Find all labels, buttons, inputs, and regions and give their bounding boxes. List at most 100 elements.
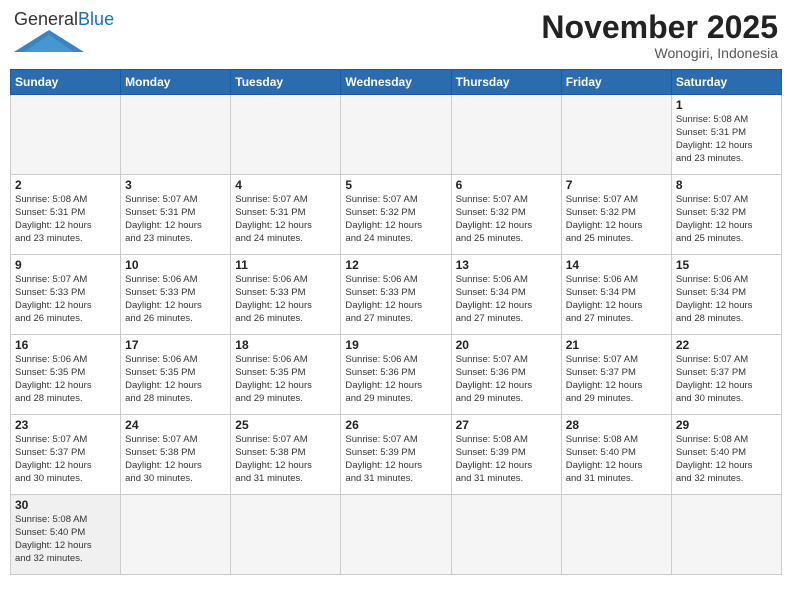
- day-number: 30: [15, 498, 116, 512]
- day-info: Sunrise: 5:06 AM Sunset: 5:35 PM Dayligh…: [15, 354, 116, 405]
- logo-general: General: [14, 9, 78, 29]
- calendar-week-row: 30 Sunrise: 5:08 AM Sunset: 5:40 PM Dayli…: [11, 495, 782, 575]
- day-info: Sunrise: 5:08 AM Sunset: 5:40 PM Dayligh…: [676, 434, 777, 485]
- day-info: Sunrise: 5:07 AM Sunset: 5:32 PM Dayligh…: [676, 194, 777, 245]
- calendar-day: [11, 95, 121, 175]
- calendar-day: 26 Sunrise: 5:07 AM Sunset: 5:39 PM Dayli…: [341, 415, 451, 495]
- weekday-header-thursday: Thursday: [451, 70, 561, 95]
- day-info: Sunrise: 5:07 AM Sunset: 5:32 PM Dayligh…: [566, 194, 667, 245]
- weekday-header-row: SundayMondayTuesdayWednesdayThursdayFrid…: [11, 70, 782, 95]
- day-info: Sunrise: 5:07 AM Sunset: 5:32 PM Dayligh…: [456, 194, 557, 245]
- calendar-day: 15Sunrise: 5:06 AM Sunset: 5:34 PM Dayli…: [671, 255, 781, 335]
- day-number: 22: [676, 338, 777, 352]
- day-number: 6: [456, 178, 557, 192]
- calendar-day: [341, 95, 451, 175]
- day-number: 28: [566, 418, 667, 432]
- weekday-header-friday: Friday: [561, 70, 671, 95]
- day-number: 2: [15, 178, 116, 192]
- calendar-day: 20 Sunrise: 5:07 AM Sunset: 5:36 PM Dayli…: [451, 335, 561, 415]
- calendar-day: [451, 495, 561, 575]
- day-number: 15: [676, 258, 777, 272]
- day-number: 9: [15, 258, 116, 272]
- day-info: Sunrise: 5:07 AM Sunset: 5:36 PM Dayligh…: [456, 354, 557, 405]
- day-number: 8: [676, 178, 777, 192]
- page-header: GeneralBlue November 2025 Wonogiri, Indo…: [10, 10, 782, 61]
- day-number: 25: [235, 418, 336, 432]
- day-number: 16: [15, 338, 116, 352]
- calendar-day: 21 Sunrise: 5:07 AM Sunset: 5:37 PM Dayli…: [561, 335, 671, 415]
- calendar-week-row: 16 Sunrise: 5:06 AM Sunset: 5:35 PM Dayli…: [11, 335, 782, 415]
- logo: GeneralBlue: [14, 10, 114, 57]
- day-info: Sunrise: 5:06 AM Sunset: 5:34 PM Dayligh…: [566, 274, 667, 325]
- day-number: 3: [125, 178, 226, 192]
- month-title: November 2025: [541, 10, 778, 45]
- day-number: 26: [345, 418, 446, 432]
- day-info: Sunrise: 5:06 AM Sunset: 5:36 PM Dayligh…: [345, 354, 446, 405]
- calendar-table: SundayMondayTuesdayWednesdayThursdayFrid…: [10, 69, 782, 575]
- day-info: Sunrise: 5:06 AM Sunset: 5:33 PM Dayligh…: [345, 274, 446, 325]
- weekday-header-wednesday: Wednesday: [341, 70, 451, 95]
- day-info: Sunrise: 5:08 AM Sunset: 5:31 PM Dayligh…: [676, 114, 777, 165]
- calendar-day: 23Sunrise: 5:07 AM Sunset: 5:37 PM Dayli…: [11, 415, 121, 495]
- calendar-week-row: 9 Sunrise: 5:07 AM Sunset: 5:33 PM Daylig…: [11, 255, 782, 335]
- calendar-day: 7 Sunrise: 5:07 AM Sunset: 5:32 PM Daylig…: [561, 175, 671, 255]
- day-number: 7: [566, 178, 667, 192]
- calendar-day: 12 Sunrise: 5:06 AM Sunset: 5:33 PM Dayli…: [341, 255, 451, 335]
- day-number: 18: [235, 338, 336, 352]
- day-info: Sunrise: 5:06 AM Sunset: 5:34 PM Dayligh…: [456, 274, 557, 325]
- logo-icon: [14, 30, 84, 52]
- day-info: Sunrise: 5:07 AM Sunset: 5:39 PM Dayligh…: [345, 434, 446, 485]
- day-info: Sunrise: 5:08 AM Sunset: 5:31 PM Dayligh…: [15, 194, 116, 245]
- calendar-day: 19 Sunrise: 5:06 AM Sunset: 5:36 PM Dayli…: [341, 335, 451, 415]
- calendar-day: 29Sunrise: 5:08 AM Sunset: 5:40 PM Dayli…: [671, 415, 781, 495]
- calendar-day: [121, 495, 231, 575]
- day-info: Sunrise: 5:08 AM Sunset: 5:40 PM Dayligh…: [15, 514, 116, 565]
- day-number: 11: [235, 258, 336, 272]
- calendar-day: 16 Sunrise: 5:06 AM Sunset: 5:35 PM Dayli…: [11, 335, 121, 415]
- day-number: 24: [125, 418, 226, 432]
- day-info: Sunrise: 5:07 AM Sunset: 5:33 PM Dayligh…: [15, 274, 116, 325]
- calendar-week-row: 2 Sunrise: 5:08 AM Sunset: 5:31 PM Daylig…: [11, 175, 782, 255]
- weekday-header-monday: Monday: [121, 70, 231, 95]
- day-number: 13: [456, 258, 557, 272]
- day-info: Sunrise: 5:06 AM Sunset: 5:35 PM Dayligh…: [235, 354, 336, 405]
- calendar-day: 18 Sunrise: 5:06 AM Sunset: 5:35 PM Dayli…: [231, 335, 341, 415]
- calendar-day: 28 Sunrise: 5:08 AM Sunset: 5:40 PM Dayli…: [561, 415, 671, 495]
- weekday-header-saturday: Saturday: [671, 70, 781, 95]
- day-number: 5: [345, 178, 446, 192]
- day-info: Sunrise: 5:08 AM Sunset: 5:39 PM Dayligh…: [456, 434, 557, 485]
- calendar-day: 25 Sunrise: 5:07 AM Sunset: 5:38 PM Dayli…: [231, 415, 341, 495]
- calendar-day: 14 Sunrise: 5:06 AM Sunset: 5:34 PM Dayli…: [561, 255, 671, 335]
- calendar-day: 2 Sunrise: 5:08 AM Sunset: 5:31 PM Daylig…: [11, 175, 121, 255]
- calendar-day: [671, 495, 781, 575]
- calendar-day: 24 Sunrise: 5:07 AM Sunset: 5:38 PM Dayli…: [121, 415, 231, 495]
- weekday-header-sunday: Sunday: [11, 70, 121, 95]
- day-number: 14: [566, 258, 667, 272]
- calendar-day: [451, 95, 561, 175]
- calendar-week-row: 1 Sunrise: 5:08 AM Sunset: 5:31 PM Daylig…: [11, 95, 782, 175]
- day-info: Sunrise: 5:08 AM Sunset: 5:40 PM Dayligh…: [566, 434, 667, 485]
- day-number: 20: [456, 338, 557, 352]
- calendar-day: [231, 495, 341, 575]
- day-info: Sunrise: 5:07 AM Sunset: 5:37 PM Dayligh…: [566, 354, 667, 405]
- day-number: 1: [676, 98, 777, 112]
- calendar-day: [121, 95, 231, 175]
- day-number: 10: [125, 258, 226, 272]
- day-number: 27: [456, 418, 557, 432]
- weekday-header-tuesday: Tuesday: [231, 70, 341, 95]
- day-info: Sunrise: 5:07 AM Sunset: 5:38 PM Dayligh…: [235, 434, 336, 485]
- day-number: 21: [566, 338, 667, 352]
- day-number: 12: [345, 258, 446, 272]
- day-number: 19: [345, 338, 446, 352]
- calendar-day: 4Sunrise: 5:07 AM Sunset: 5:31 PM Daylig…: [231, 175, 341, 255]
- calendar-day: 9 Sunrise: 5:07 AM Sunset: 5:33 PM Daylig…: [11, 255, 121, 335]
- calendar-week-row: 23Sunrise: 5:07 AM Sunset: 5:37 PM Dayli…: [11, 415, 782, 495]
- day-number: 17: [125, 338, 226, 352]
- calendar-day: 5 Sunrise: 5:07 AM Sunset: 5:32 PM Daylig…: [341, 175, 451, 255]
- calendar-day: 3Sunrise: 5:07 AM Sunset: 5:31 PM Daylig…: [121, 175, 231, 255]
- day-info: Sunrise: 5:07 AM Sunset: 5:32 PM Dayligh…: [345, 194, 446, 245]
- day-info: Sunrise: 5:07 AM Sunset: 5:38 PM Dayligh…: [125, 434, 226, 485]
- calendar-day: 17Sunrise: 5:06 AM Sunset: 5:35 PM Dayli…: [121, 335, 231, 415]
- calendar-day: [561, 495, 671, 575]
- calendar-day: 10Sunrise: 5:06 AM Sunset: 5:33 PM Dayli…: [121, 255, 231, 335]
